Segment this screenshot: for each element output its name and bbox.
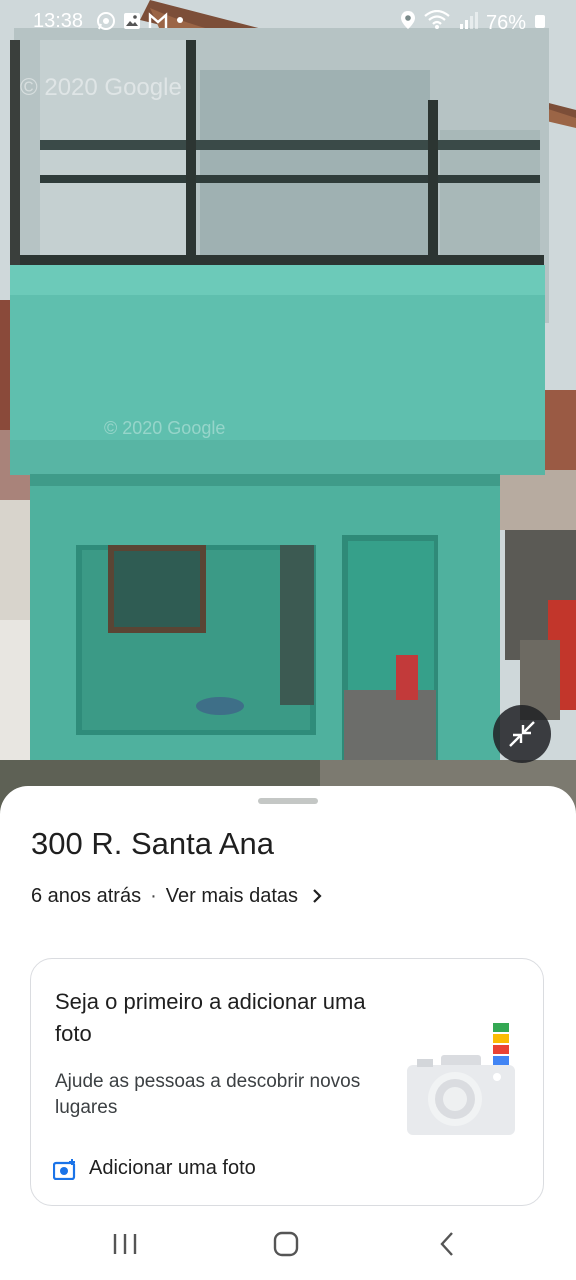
gallery-icon	[122, 11, 142, 31]
home-button[interactable]	[270, 1230, 302, 1258]
screen: © 2020 Google © 2020 Google 13:38 76% 30…	[0, 0, 576, 1280]
separator-dot: ·	[150, 884, 157, 907]
place-title: 300 R. Santa Ana	[31, 826, 275, 861]
card-title: Seja o primeiro a adicionar uma foto	[55, 989, 366, 1046]
battery-icon	[534, 10, 546, 36]
street-view-scene	[0, 0, 576, 820]
add-photo-card: Seja o primeiro a adicionar uma foto Aju…	[30, 958, 544, 1206]
dot-icon	[174, 11, 194, 31]
more-dates-link[interactable]: Ver mais datas	[166, 885, 298, 908]
home-icon	[273, 1231, 299, 1257]
back-button[interactable]	[434, 1230, 462, 1258]
notification-icons	[96, 11, 194, 31]
recent-apps-icon	[113, 1234, 137, 1254]
wifi-icon	[424, 9, 450, 36]
whatsapp-icon	[96, 11, 116, 31]
camera-illustration-icon	[397, 1021, 527, 1146]
recent-apps-button[interactable]	[108, 1230, 142, 1258]
system-nav-bar	[0, 1216, 576, 1280]
collapse-arrows-icon	[509, 721, 535, 747]
image-age: 6 anos atrás	[31, 884, 142, 907]
chevron-right-icon	[310, 887, 324, 905]
add-photo-label: Adicionar uma foto	[89, 1157, 256, 1179]
battery-percent: 76%	[485, 11, 526, 34]
location-icon	[400, 10, 416, 36]
dates-row[interactable]: 6 anos atrás · Ver mais datas	[31, 882, 324, 910]
add-photo-icon	[53, 1158, 77, 1180]
back-icon	[440, 1232, 453, 1256]
status-time: 13:38	[33, 10, 84, 32]
bottom-sheet[interactable]: 300 R. Santa Ana 6 anos atrás · Ver mais…	[0, 786, 576, 1280]
system-icons: 76%	[400, 9, 546, 36]
street-view-image[interactable]: © 2020 Google © 2020 Google	[0, 0, 576, 820]
signal-icon	[458, 10, 478, 36]
google-watermark: © 2020 Google	[20, 74, 182, 101]
google-watermark: © 2020 Google	[104, 418, 226, 438]
exit-fullscreen-button[interactable]	[493, 705, 551, 763]
gmail-icon	[148, 11, 168, 31]
status-bar: 13:38 76%	[0, 0, 576, 44]
add-photo-button[interactable]: Adicionar uma foto	[53, 1157, 256, 1180]
card-subtitle: Ajude as pessoas a descobrir novos lugar…	[55, 1071, 361, 1118]
drag-handle[interactable]	[258, 798, 318, 804]
